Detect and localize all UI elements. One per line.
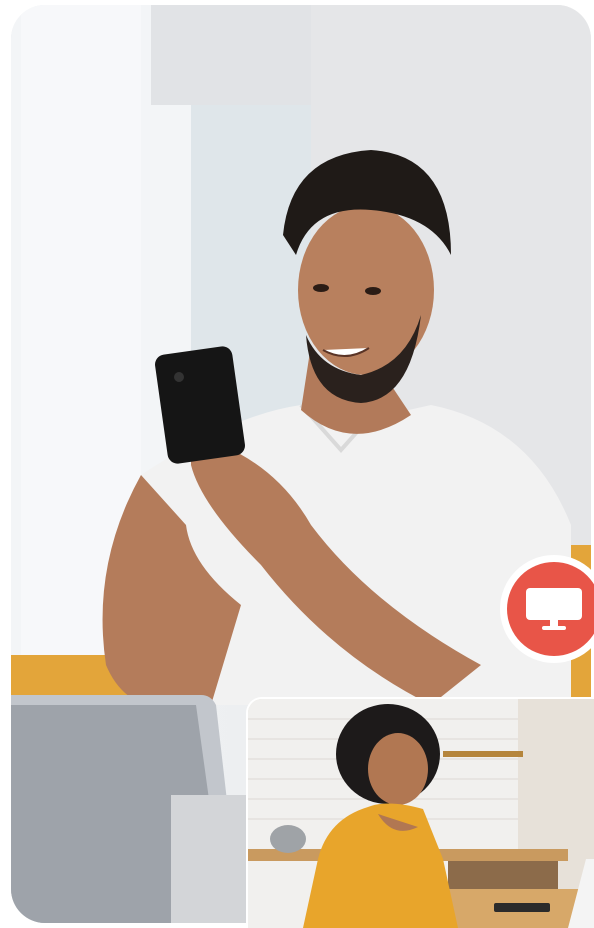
pip-video-photo xyxy=(246,697,594,928)
screen-share-badge-fill xyxy=(507,562,594,656)
monitor-icon xyxy=(526,588,582,630)
pip-photo-illustration xyxy=(248,699,594,928)
